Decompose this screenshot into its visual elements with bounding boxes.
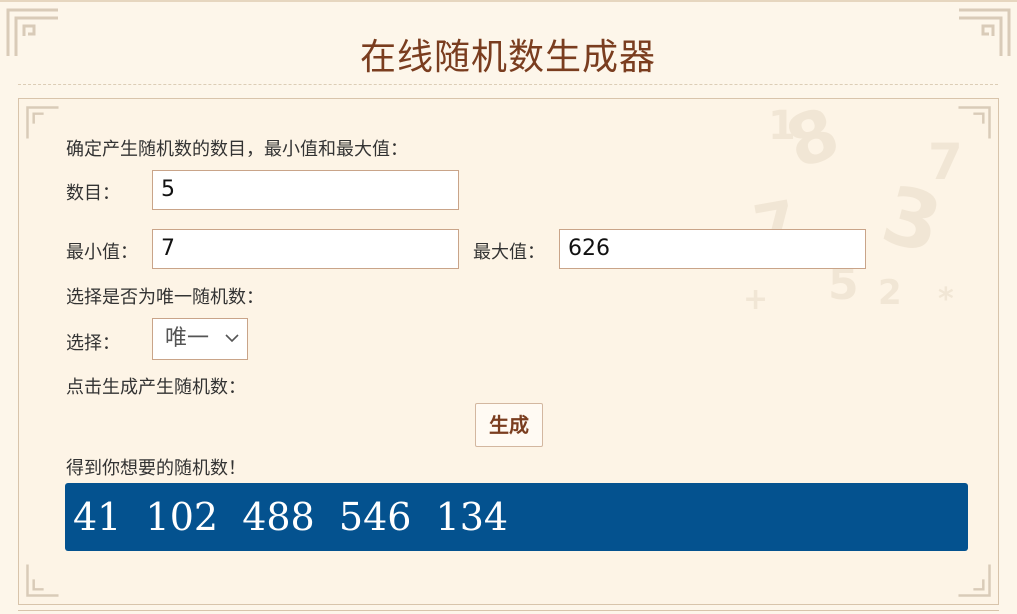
min-label: 最小值： bbox=[66, 242, 138, 263]
panel-bottom-divider bbox=[18, 610, 999, 611]
unique-select[interactable]: 唯一 bbox=[152, 318, 248, 360]
generate-prompt: 点击生成产生随机数： bbox=[66, 377, 246, 398]
generator-panel: 8 3 5 2 7 * 1 7 + 确定产生随机数的数目，最小值和最大值： 数目… bbox=[18, 98, 999, 605]
max-input[interactable]: 626 bbox=[559, 229, 866, 269]
unique-prompt: 选择是否为唯一随机数： bbox=[66, 287, 264, 308]
page-title: 在线随机数生成器 bbox=[359, 37, 656, 78]
svg-text:2: 2 bbox=[878, 273, 902, 313]
intro-text: 确定产生随机数的数目，最小值和最大值： bbox=[66, 139, 408, 160]
select-label: 选择： bbox=[66, 333, 120, 354]
unique-select-value: 唯一 bbox=[165, 326, 210, 351]
svg-text:*: * bbox=[938, 282, 954, 317]
result-display: 41 102 488 546 134 bbox=[65, 483, 968, 551]
corner-ornament-icon bbox=[25, 105, 61, 141]
svg-text:7: 7 bbox=[928, 133, 963, 191]
generate-button[interactable]: 生成 bbox=[475, 403, 543, 447]
result-label: 得到你想要的随机数！ bbox=[66, 458, 246, 479]
min-input[interactable]: 7 bbox=[152, 229, 459, 269]
chevron-down-icon bbox=[225, 334, 239, 343]
svg-text:1: 1 bbox=[768, 103, 796, 149]
corner-ornament-icon bbox=[25, 562, 61, 598]
count-label: 数目： bbox=[66, 183, 120, 204]
max-label: 最大值： bbox=[473, 242, 545, 263]
page-header: 在线随机数生成器 bbox=[18, 0, 998, 85]
corner-ornament-icon bbox=[956, 105, 992, 141]
svg-text:+: + bbox=[743, 282, 768, 317]
corner-ornament-icon bbox=[956, 562, 992, 598]
count-input[interactable]: 5 bbox=[152, 170, 459, 210]
